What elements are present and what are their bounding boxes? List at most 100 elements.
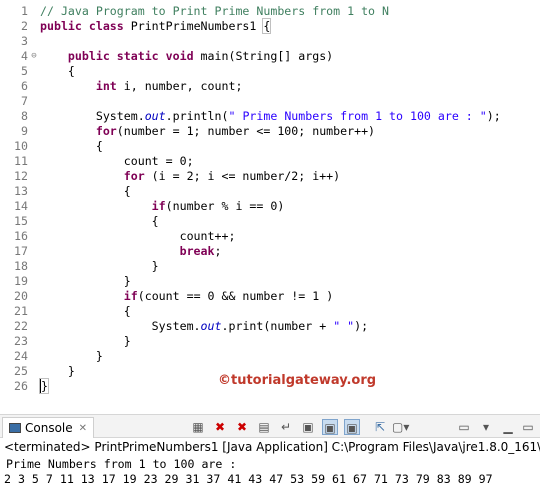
line-number: 14 [14,199,28,213]
line-number: 1 [21,4,28,18]
tab-console[interactable]: Console ✕ [2,417,95,438]
minimize-icon[interactable]: ▁ [500,419,516,435]
line-number: 17 [14,244,28,258]
code-token: ); [486,109,501,123]
code-token: } [39,378,49,394]
console-output[interactable]: <terminated> PrintPrimeNumbers1 [Java Ap… [0,438,540,491]
code-token: " Prime Numbers from 1 to 100 are : " [228,109,487,123]
code-line[interactable]: 24 } [0,349,540,364]
code-token: { [40,139,103,153]
line-number: 11 [14,154,28,168]
show-on-stderr-icon[interactable]: ▣ [322,419,338,435]
code-token: (count == 0 && number != 1 ) [137,289,334,303]
code-line[interactable]: 23 } [0,334,540,349]
show-on-stdout-icon[interactable]: ▣ [300,419,316,435]
code-line[interactable]: 6 int i, number, count; [0,79,540,94]
code-line[interactable]: 5 { [0,64,540,79]
code-text: } [39,378,49,394]
code-text: } [40,349,103,364]
pin-console-icon[interactable]: ▣ [344,419,360,435]
code-token: } [40,274,131,288]
console-icon [9,423,21,433]
line-number: 6 [21,79,28,93]
line-number: 4 [21,49,28,63]
restore-icon[interactable]: ▭ [520,419,536,435]
line-number: 9 [21,124,28,138]
code-line[interactable]: 15 { [0,214,540,229]
code-text: } [40,334,131,349]
line-number: 22 [14,319,28,333]
code-line[interactable]: 10 { [0,139,540,154]
maximize-icon[interactable]: ▭ [456,419,472,435]
code-line[interactable]: 17 break; [0,244,540,259]
line-number: 18 [14,259,28,273]
fold-toggle-icon[interactable]: ⊖ [29,49,39,64]
line-number: 20 [14,289,28,303]
code-token: { [262,18,272,34]
console-output-line-1: Prime Numbers from 1 to 100 are : [6,457,237,471]
code-token: System. [40,109,145,123]
code-text: System.out.println(" Prime Numbers from … [40,109,501,124]
code-text: if(count == 0 && number != 1 ) [40,289,333,304]
line-number: 12 [14,169,28,183]
code-token: } [40,349,103,363]
code-line[interactable]: 14 if(number % i == 0) [0,199,540,214]
code-text: for (i = 2; i <= number/2; i++) [40,169,340,184]
console-tab-label: Console [25,421,73,435]
code-line[interactable]: 7 [0,94,540,109]
code-token: (i = 2; i <= number/2; i++) [144,169,341,183]
code-token: .println( [165,109,229,123]
code-text: public class PrintPrimeNumbers1 { [40,18,272,34]
code-line[interactable]: 8 System.out.println(" Prime Numbers fro… [0,109,540,124]
code-token: out [200,319,222,333]
terminated-status: <terminated> PrintPrimeNumbers1 [Java Ap… [4,440,540,454]
code-line[interactable]: 21 { [0,304,540,319]
code-text: count++; [40,229,236,244]
code-line[interactable]: 1 // Java Program to Print Prime Numbers … [0,4,540,19]
code-token: } [40,334,131,348]
terminate-icon[interactable]: ✖ [212,419,228,435]
code-line[interactable]: 16 count++; [0,229,540,244]
clear-console-icon[interactable]: ▦ [190,419,206,435]
code-text: { [40,214,159,229]
code-line[interactable]: 2 public class PrintPrimeNumbers1 { [0,18,540,34]
code-editor[interactable]: 1 // Java Program to Print Prime Numbers … [0,0,540,406]
code-line[interactable]: 19 } [0,274,540,289]
console-output-line-2: 2 3 5 7 11 13 17 19 23 29 31 37 41 43 47… [4,472,493,486]
open-console-icon[interactable]: ▢▾ [392,419,409,435]
word-wrap-icon[interactable]: ↵ [278,419,294,435]
line-number: 15 [14,214,28,228]
code-token: { [40,214,159,228]
code-token: out [144,109,166,123]
code-line[interactable]: 18 } [0,259,540,274]
code-text: } [40,274,131,289]
view-menu-icon[interactable]: ▾ [478,419,494,435]
code-token: for [40,124,117,138]
code-text: count = 0; [40,154,194,169]
scroll-lock-icon[interactable]: ▤ [256,419,272,435]
close-icon[interactable]: ✕ [79,423,87,434]
code-line[interactable]: 12 for (i = 2; i <= number/2; i++) [0,169,540,184]
code-token: for [40,169,145,183]
line-number: 19 [14,274,28,288]
code-token: } [40,364,75,378]
code-line[interactable]: 4 ⊖ public static void main(String[] args… [0,49,540,64]
code-token: (number = 1; number <= 100; number++) [116,124,376,138]
code-line[interactable]: 11 count = 0; [0,154,540,169]
code-line[interactable]: 3 [0,34,540,49]
code-token: count++; [40,229,236,243]
remove-all-terminated-icon[interactable]: ✖ [234,419,250,435]
code-line[interactable]: 20 if(count == 0 && number != 1 ) [0,289,540,304]
code-token: ; [214,244,222,258]
code-token: { [40,64,75,78]
code-line[interactable]: 13 { [0,184,540,199]
code-token: { [40,184,131,198]
code-token: if [40,289,138,303]
display-selected-console-icon[interactable]: ⇱ [372,419,388,435]
code-text: } [40,364,75,379]
code-line[interactable]: 22 System.out.print(number + " "); [0,319,540,334]
code-line[interactable]: 9 for(number = 1; number <= 100; number+… [0,124,540,139]
line-number: 26 [14,379,28,393]
line-number: 3 [21,34,28,48]
line-number: 8 [21,109,28,123]
